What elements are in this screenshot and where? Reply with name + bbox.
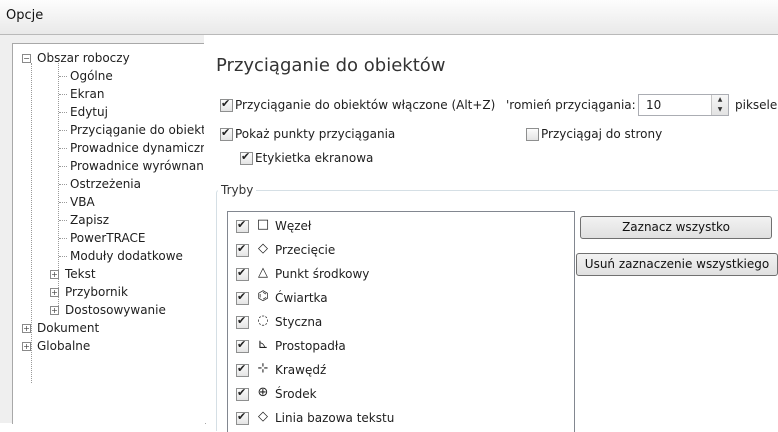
edge-icon: ⊹ [257, 361, 269, 376]
page-title: Przyciąganie do obiektów [216, 55, 446, 76]
perpendicular-icon: ⊾ [257, 337, 269, 352]
quadrant-icon: ⌬ [257, 289, 269, 304]
select-all-button[interactable]: Zaznacz wszystko [580, 216, 772, 239]
screen-tip-checkbox[interactable] [240, 150, 253, 165]
mode-label: Przecięcie [275, 243, 336, 257]
mode-tangent[interactable]: ◌ Styczna [228, 311, 574, 334]
expand-icon[interactable]: + [50, 270, 59, 279]
mode-checkbox[interactable] [236, 386, 249, 401]
tree-item-label: Dostosowywanie [65, 303, 166, 317]
tree-connector [31, 63, 32, 383]
midpoint-icon: △ [258, 265, 268, 280]
tree-item-label: Prowadnice dynamiczn [70, 141, 206, 155]
title-bar: Opcje [0, 0, 778, 35]
mode-checkbox[interactable] [236, 314, 249, 329]
tree-connector [59, 184, 67, 185]
settings-panel: Przyciąganie do obiektów Przyciąganie do… [204, 35, 778, 432]
intersection-icon: ◇ [258, 241, 268, 256]
tree-connector [59, 256, 67, 257]
mode-checkbox[interactable] [236, 410, 249, 425]
spinner-arrows-icon[interactable]: ▲ ▼ [711, 95, 728, 115]
snap-enabled-label: Przyciąganie do obiektów włączone (Alt+Z… [235, 98, 496, 112]
mode-checkbox[interactable] [236, 266, 249, 281]
tree-connector [59, 220, 67, 221]
mode-label: Styczna [275, 315, 323, 329]
collapse-icon[interactable]: − [22, 54, 31, 63]
window-title: Opcje [6, 8, 44, 23]
snap-radius-label: 'romień przyciągania: [506, 98, 636, 112]
snap-to-page-checkbox[interactable] [526, 128, 539, 141]
deselect-all-button[interactable]: Usuń zaznaczenie wszystkiego [576, 253, 778, 276]
tree-item-label: Globalne [37, 339, 91, 353]
modes-group-title: Tryby [218, 183, 257, 197]
mode-center[interactable]: ⊕ Środek [228, 383, 574, 406]
mode-perpendicular[interactable]: ⊾ Prostopadła [228, 335, 574, 358]
tree-connector [59, 202, 67, 203]
mode-checkbox[interactable] [236, 242, 249, 257]
tree-item-label: Obszar roboczy [37, 51, 130, 65]
tree-item-label: PowerTRACE [70, 231, 146, 245]
mode-checkbox[interactable] [236, 338, 249, 353]
tree-connector [59, 148, 67, 149]
tree-item-label: Prowadnice wyrównan [70, 159, 204, 173]
expand-icon[interactable]: + [50, 306, 59, 315]
snap-radius-value: 10 [646, 98, 662, 112]
tree-item-label: Zapisz [70, 213, 110, 227]
snap-modes-list[interactable]: □ Węzeł ◇ Przecięcie △ Punkt środkowy ⌬ … [227, 211, 575, 432]
mode-quadrant[interactable]: ⌬ Ćwiartka [228, 287, 574, 310]
text-baseline-icon: ◇ [258, 409, 268, 424]
tree-connector [59, 76, 67, 77]
center-icon: ⊕ [257, 385, 269, 400]
snap-to-page-label: Przyciągaj do strony [541, 127, 663, 141]
tree-item-label: Ogólne [70, 69, 113, 83]
mode-label: Węzeł [275, 219, 312, 233]
tree-item-label: Dokument [37, 321, 100, 335]
mode-intersection[interactable]: ◇ Przecięcie [228, 239, 574, 262]
tree-connector [59, 112, 67, 113]
screen-tip-label: Etykietka ekranowa [255, 151, 374, 165]
tree-connector [59, 94, 67, 95]
mode-node[interactable]: □ Węzeł [228, 215, 574, 238]
dialog-client: − Obszar roboczy Ogólne Ekran Edytuj Prz… [0, 35, 778, 432]
tree-connector [59, 238, 67, 239]
tree-connector [59, 130, 67, 131]
tree-item-label: Ostrzeżenia [70, 177, 141, 191]
options-tree[interactable]: − Obszar roboczy Ogólne Ekran Edytuj Prz… [12, 43, 206, 424]
tree-item-label: Edytuj [70, 105, 108, 119]
mode-label: Ćwiartka [275, 291, 328, 305]
mode-midpoint[interactable]: △ Punkt środkowy [228, 263, 574, 286]
tree-item-label: Przyciąganie do obiekt [70, 123, 206, 137]
mode-checkbox[interactable] [236, 218, 249, 233]
snap-radius-unit: piksele [735, 98, 778, 112]
show-snap-points-checkbox[interactable] [220, 126, 233, 141]
tree-item-label: Moduły dodatkowe [70, 249, 183, 263]
tree-item-label: Przybornik [65, 285, 128, 299]
tree-item-label: VBA [70, 195, 95, 209]
tree-connector [59, 166, 67, 167]
mode-label: Prostopadła [275, 339, 346, 353]
expand-icon[interactable]: + [22, 342, 31, 351]
node-icon: □ [256, 217, 270, 232]
mode-label: Punkt środkowy [275, 267, 370, 281]
mode-checkbox[interactable] [236, 290, 249, 305]
snap-enabled-checkbox[interactable] [220, 97, 233, 112]
tree-item-label: Ekran [70, 87, 105, 101]
mode-label: Środek [275, 387, 317, 401]
expand-icon[interactable]: + [50, 288, 59, 297]
tree-item-label: Tekst [65, 267, 96, 281]
show-snap-points-label: Pokaż punkty przyciągania [235, 127, 396, 141]
mode-checkbox[interactable] [236, 362, 249, 377]
mode-edge[interactable]: ⊹ Krawędź [228, 359, 574, 382]
mode-label: Krawędź [275, 363, 327, 377]
expand-icon[interactable]: + [22, 324, 31, 333]
mode-text-baseline[interactable]: ◇ Linia bazowa tekstu [228, 407, 574, 430]
tangent-icon: ◌ [257, 313, 269, 328]
snap-radius-spinner[interactable]: 10 ▲ ▼ [638, 94, 729, 116]
